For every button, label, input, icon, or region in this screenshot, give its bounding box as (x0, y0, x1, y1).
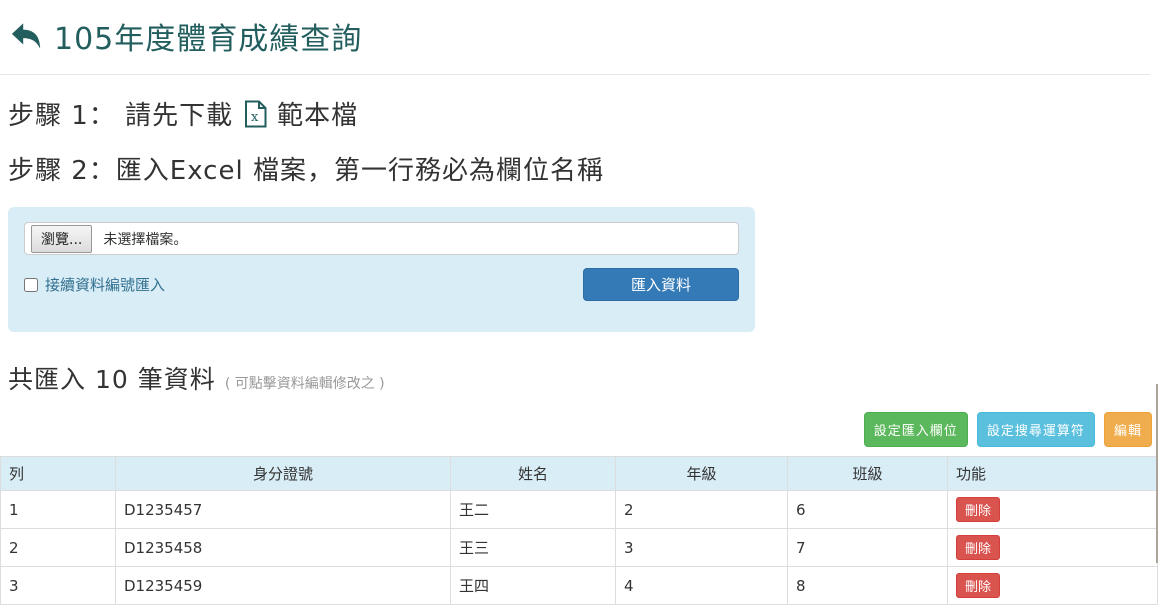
import-summary: 共匯入 10 筆資料 ( 可點擊資料編輯修改之 ) (8, 360, 1163, 396)
records-table: 列 身分證號 姓名 年級 班級 功能 1 D1235457 王二 2 6 刪除 … (0, 456, 1158, 605)
cell-row-num: 2 (1, 529, 116, 567)
file-status-text: 未選擇檔案。 (103, 229, 187, 249)
cell-class[interactable]: 6 (788, 491, 948, 529)
table-toolbar: 設定匯入欄位 設定搜尋運算符 編輯 (0, 412, 1152, 447)
edit-button[interactable]: 編輯 (1104, 412, 1152, 447)
cell-name[interactable]: 王二 (451, 491, 616, 529)
cell-grade[interactable]: 4 (616, 567, 788, 605)
delete-button[interactable]: 刪除 (956, 497, 1000, 522)
col-header-grade: 年級 (616, 457, 788, 491)
header-divider (0, 74, 1150, 75)
cell-row-num: 3 (1, 567, 116, 605)
col-header-id: 身分證號 (116, 457, 451, 491)
continue-import-label: 接續資料編號匯入 (45, 274, 165, 295)
svg-text:x: x (251, 110, 259, 125)
excel-file-icon[interactable]: x (243, 100, 267, 128)
col-header-row-num: 列 (1, 457, 116, 491)
cell-id[interactable]: D1235458 (116, 529, 451, 567)
cell-grade[interactable]: 2 (616, 491, 788, 529)
back-icon[interactable] (10, 21, 42, 51)
page-title: 105年度體育成績查詢 (54, 14, 362, 58)
col-header-class: 班級 (788, 457, 948, 491)
cell-grade[interactable]: 3 (616, 529, 788, 567)
file-input[interactable]: 瀏覽... 未選擇檔案。 (24, 222, 739, 255)
container-right-border (1156, 384, 1158, 563)
import-panel: 瀏覽... 未選擇檔案。 接續資料編號匯入 匯入資料 (8, 207, 755, 332)
import-data-button[interactable]: 匯入資料 (583, 268, 739, 301)
import-panel-row2: 接續資料編號匯入 匯入資料 (24, 268, 739, 301)
continue-import-checkbox[interactable] (24, 278, 38, 292)
table-row[interactable]: 1 D1235457 王二 2 6 刪除 (1, 491, 1158, 529)
summary-text: 共匯入 10 筆資料 (8, 365, 216, 394)
table-row[interactable]: 2 D1235458 王三 3 7 刪除 (1, 529, 1158, 567)
cell-id[interactable]: D1235459 (116, 567, 451, 605)
step1-text: 步驟 1： 請先下載 (8, 95, 233, 132)
cell-action: 刪除 (948, 491, 1158, 529)
set-import-fields-button[interactable]: 設定匯入欄位 (864, 412, 968, 447)
step2-line: 步驟 2：匯入Excel 檔案，第一行務必為欄位名稱 (8, 150, 1163, 187)
browse-button[interactable]: 瀏覽... (31, 225, 92, 253)
page-header: 105年度體育成績查詢 (0, 0, 1163, 58)
step1-line: 步驟 1： 請先下載 x 範本檔 (8, 95, 1163, 132)
col-header-name: 姓名 (451, 457, 616, 491)
cell-class[interactable]: 8 (788, 567, 948, 605)
cell-action: 刪除 (948, 567, 1158, 605)
cell-name[interactable]: 王三 (451, 529, 616, 567)
delete-button[interactable]: 刪除 (956, 535, 1000, 560)
continue-import-option[interactable]: 接續資料編號匯入 (24, 274, 165, 295)
template-file-link[interactable]: 範本檔 (277, 95, 358, 132)
delete-button[interactable]: 刪除 (956, 573, 1000, 598)
cell-row-num: 1 (1, 491, 116, 529)
table-header-row: 列 身分證號 姓名 年級 班級 功能 (1, 457, 1158, 491)
table-row[interactable]: 3 D1235459 王四 4 8 刪除 (1, 567, 1158, 605)
cell-action: 刪除 (948, 529, 1158, 567)
cell-name[interactable]: 王四 (451, 567, 616, 605)
cell-class[interactable]: 7 (788, 529, 948, 567)
col-header-action: 功能 (948, 457, 1158, 491)
cell-id[interactable]: D1235457 (116, 491, 451, 529)
set-search-operator-button[interactable]: 設定搜尋運算符 (977, 412, 1095, 447)
summary-hint: ( 可點擊資料編輯修改之 ) (225, 376, 385, 392)
page: 105年度體育成績查詢 步驟 1： 請先下載 x 範本檔 步驟 2：匯入Exce… (0, 0, 1163, 605)
